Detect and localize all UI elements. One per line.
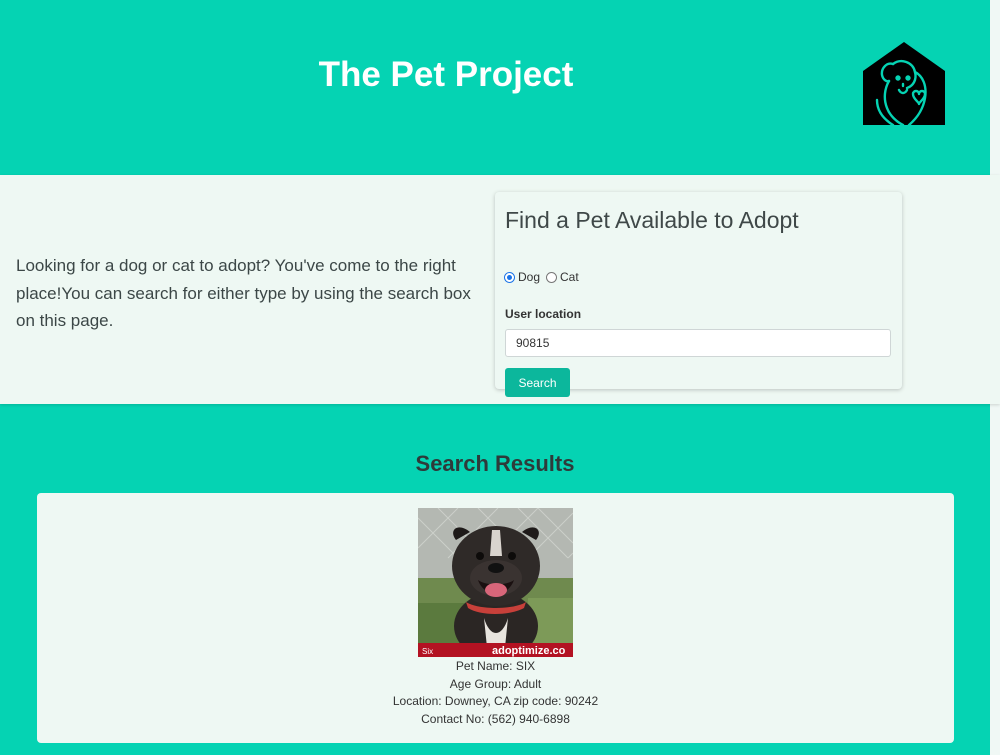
pet-house-logo-icon[interactable] — [863, 42, 945, 127]
user-location-label: User location — [505, 307, 582, 321]
site-header: The Pet Project — [0, 0, 990, 175]
photo-watermark: adoptimize.co — [492, 645, 566, 657]
dog-radio-label[interactable]: Dog — [518, 270, 540, 284]
pet-info: Pet Name: SIX Age Group: Adult Location:… — [37, 658, 954, 729]
search-form-card: Find a Pet Available to Adopt Dog Cat Us… — [495, 192, 902, 397]
pet-age-group: Age Group: Adult — [449, 676, 542, 691]
pet-location: Location: Downey, CA zip code: 90242 — [392, 694, 599, 709]
pet-photo[interactable]: Six adoptimize.co — [418, 508, 573, 657]
cat-radio[interactable] — [546, 271, 558, 283]
user-location-input[interactable] — [505, 329, 891, 357]
intro-section: Looking for a dog or cat to adopt? You'v… — [0, 175, 1000, 404]
dog-radio[interactable] — [504, 271, 515, 283]
site-title: The Pet Project — [318, 55, 574, 94]
photo-caption-left: Six — [422, 647, 433, 656]
cat-radio-label[interactable]: Cat — [560, 270, 579, 284]
search-button[interactable]: Search — [505, 368, 570, 397]
pet-type-radio-group: Dog Cat — [504, 270, 585, 284]
search-form-heading: Find a Pet Available to Adopt — [505, 207, 799, 233]
search-results-heading: Search Results — [415, 451, 575, 476]
pet-name: Pet Name: SIX — [455, 659, 536, 673]
result-card: Six adoptimize.co Pet Name: SIX Age Grou… — [37, 493, 954, 743]
pet-contact: Contact No: (562) 940-6898 — [421, 712, 570, 727]
intro-text: Looking for a dog or cat to adopt? You'v… — [16, 256, 471, 330]
